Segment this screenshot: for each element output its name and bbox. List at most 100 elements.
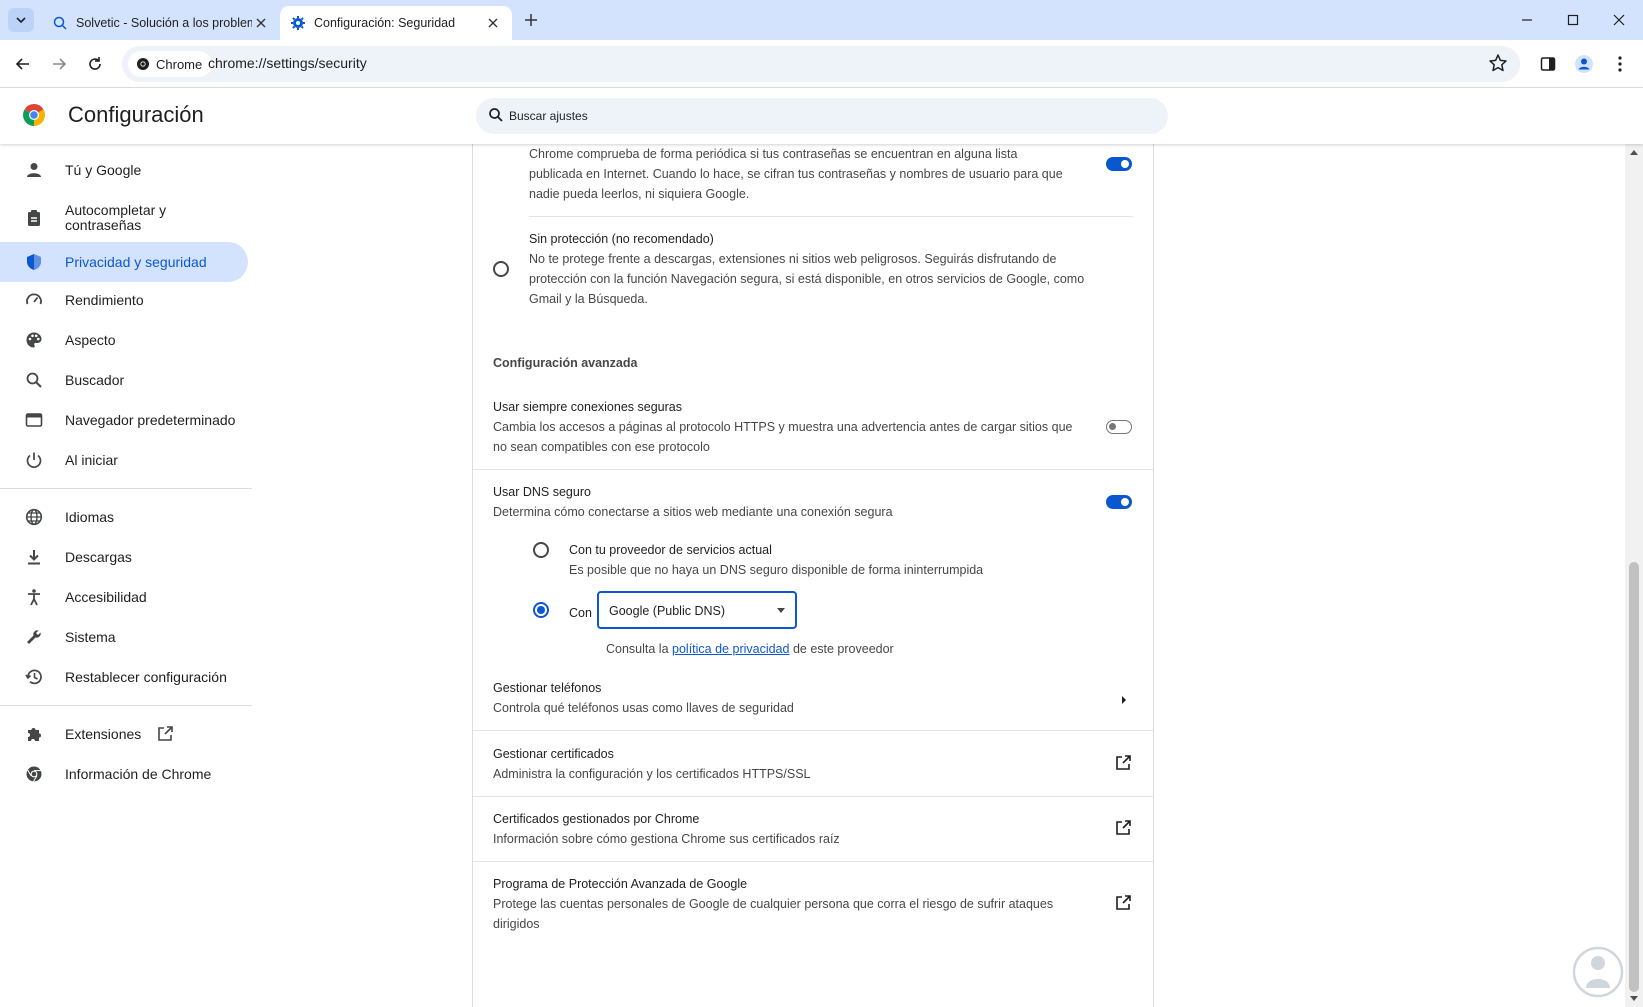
sidebar-item-extensions[interactable]: Extensiones [0,718,248,750]
privacy-suffix: de este proveedor [792,642,894,656]
tab-settings[interactable]: Configuración: Seguridad [280,6,512,40]
dns-custom-provider-radio[interactable] [533,602,549,618]
side-panel-button[interactable] [1534,50,1562,78]
sidebar-item-search-engine[interactable]: Buscador [0,364,248,396]
arrow-left-icon [15,58,29,70]
search-placeholder: Buscar ajustes [509,109,588,123]
maximize-button[interactable] [1550,0,1596,40]
sidebar-item-accessibility[interactable]: Accesibilidad [0,581,248,613]
sidebar-item-default-browser[interactable]: Navegador predeterminado [0,404,248,436]
tab-strip: Solvetic - Solución a los problemas Conf… [0,0,1643,40]
sidebar-item-about-chrome[interactable]: Información de Chrome [0,758,248,790]
url-text[interactable]: chrome://settings/security [208,55,367,71]
https-toggle[interactable] [1106,420,1132,434]
accessibility-icon [24,587,44,607]
more-vert-icon [1618,56,1622,72]
sidebar-item-reset[interactable]: Restablecer configuración [0,661,248,693]
sidebar-item-label: Extensiones [65,725,142,742]
dns-custom-label: Con [569,606,592,620]
secure-dns-setting: Usar DNS seguro Determina cómo conectars… [493,482,893,522]
password-check-toggle[interactable] [1106,157,1132,171]
app-title: Programa de Protección Avanzada de Googl… [493,877,748,891]
advanced-section-heading: Configuración avanzada [493,356,638,370]
download-icon [24,547,44,567]
side-panel-icon [1540,57,1556,71]
separator [473,796,1153,797]
new-tab-button[interactable] [520,10,542,32]
tab-search-button[interactable] [8,8,34,32]
no-protection-radio[interactable] [493,261,509,277]
plus-icon [525,14,537,26]
dns-current-provider-radio[interactable] [533,542,549,558]
close-tab-button[interactable] [484,14,502,32]
chrome-certs-desc: Información sobre cómo gestiona Chrome s… [493,832,840,846]
tab-title: Solvetic - Solución a los problemas [76,16,252,30]
bookmark-button[interactable] [1488,53,1508,78]
sidebar-item-you-and-google[interactable]: Tú y Google [0,154,248,186]
dns-desc: Determina cómo conectarse a sitios web m… [493,505,893,519]
manage-certificates-row[interactable]: Gestionar certificados Administra la con… [493,744,811,784]
sidebar-item-label: Autocompletar y contraseñas [65,202,167,233]
https-title: Usar siempre conexiones seguras [493,400,682,414]
open-in-new-icon[interactable] [1114,819,1132,842]
secure-dns-toggle[interactable] [1106,495,1132,509]
sidebar-divider [0,488,252,489]
open-in-new-icon [156,725,174,746]
sidebar-item-label: Descargas [65,548,132,565]
maximize-icon [1567,14,1579,26]
power-icon [24,450,44,470]
settings-search-field[interactable]: Buscar ajustes [476,98,1168,134]
close-icon [256,18,266,28]
privacy-policy-link[interactable]: política de privacidad [672,642,789,656]
sidebar-item-label: Información de Chrome [65,765,212,782]
sidebar-item-downloads[interactable]: Descargas [0,541,248,573]
sidebar-item-performance[interactable]: Rendimiento [0,284,248,316]
sidebar-item-label: Restablecer configuración [65,668,227,685]
scroll-up-arrow-icon[interactable] [1630,150,1638,155]
scrollbar-thumb[interactable] [1629,562,1639,992]
forward-button[interactable] [45,50,73,78]
chrome-certificates-row[interactable]: Certificados gestionados por Chrome Info… [493,809,840,849]
menu-button[interactable] [1606,50,1634,78]
standard-protection-desc: Chrome comprueba de forma periódica si t… [529,144,1063,204]
sidebar-item-label: Buscador [65,371,125,388]
star-icon [1489,54,1507,72]
site-info-chip[interactable]: Chrome [128,51,213,77]
desc-line: dirigidos [493,917,540,931]
address-bar[interactable]: Chrome chrome://settings/security [122,46,1520,82]
open-in-new-icon[interactable] [1114,894,1132,917]
globe-icon [24,507,44,527]
chrome-icon [137,58,149,70]
profile-button[interactable] [1570,50,1598,78]
close-tab-button[interactable] [252,14,270,32]
sidebar-item-label: Al iniciar [65,451,118,468]
minimize-button[interactable] [1504,0,1550,40]
sidebar-item-autofill[interactable]: Autocompletar y contraseñas [0,198,248,238]
sidebar-divider [0,705,252,706]
scroll-down-arrow-icon[interactable] [1630,996,1638,1001]
dns-provider-select[interactable]: Google (Public DNS) [597,591,797,629]
privacy-policy-note: Consulta la política de privacidad de es… [606,639,894,659]
chrome-icon [24,764,44,784]
dns-provider-value: Google (Public DNS) [609,604,726,618]
palette-icon [24,330,44,350]
reload-button[interactable] [81,50,109,78]
desc-line: No te protege frente a descargas, extens… [529,252,1057,266]
sidebar-item-on-startup[interactable]: Al iniciar [0,444,248,476]
manage-phones-row[interactable]: Gestionar teléfonos Controla qué teléfon… [493,678,794,718]
desc-line: publicada en Internet. Cuando lo hace, s… [529,167,1063,181]
no-protection-option: Sin protección (no recomendado) No te pr… [529,229,1084,309]
sidebar-item-appearance[interactable]: Aspecto [0,324,248,356]
back-button[interactable] [9,50,37,78]
browser-icon [24,410,44,430]
close-window-button[interactable] [1596,0,1642,40]
close-icon [1613,14,1625,26]
sidebar-item-privacy[interactable]: Privacidad y seguridad [0,242,248,282]
phones-title: Gestionar teléfonos [493,681,602,695]
open-in-new-icon[interactable] [1114,754,1132,777]
advanced-protection-row[interactable]: Programa de Protección Avanzada de Googl… [493,874,1053,934]
tab-solvetic[interactable]: Solvetic - Solución a los problemas [42,6,280,40]
sidebar-item-languages[interactable]: Idiomas [0,501,248,533]
arrow-right-icon [53,58,67,70]
sidebar-item-system[interactable]: Sistema [0,621,248,653]
